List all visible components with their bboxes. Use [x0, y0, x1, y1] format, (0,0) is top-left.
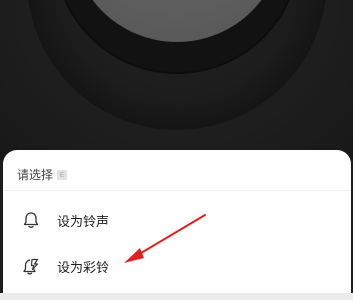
info-tag-icon: E [57, 169, 68, 180]
bell-icon [23, 212, 39, 228]
sheet-title: 请选择 E [17, 166, 68, 183]
bottom-strip [0, 293, 353, 300]
ringtone-action-sheet: 请选择 E 设为铃声 设为彩铃 [3, 150, 351, 300]
player-screen: 请选择 E 设为铃声 设为彩铃 [0, 0, 353, 300]
divider [3, 190, 351, 191]
crbt-bell-icon [23, 258, 39, 275]
set-as-crbt-label: 设为彩铃 [57, 260, 110, 276]
set-as-ringtone-option[interactable]: 设为铃声 [3, 200, 351, 240]
sheet-title-text: 请选择 [17, 168, 54, 182]
set-as-crbt-option[interactable]: 设为彩铃 [3, 246, 351, 286]
set-as-ringtone-label: 设为铃声 [57, 214, 110, 230]
